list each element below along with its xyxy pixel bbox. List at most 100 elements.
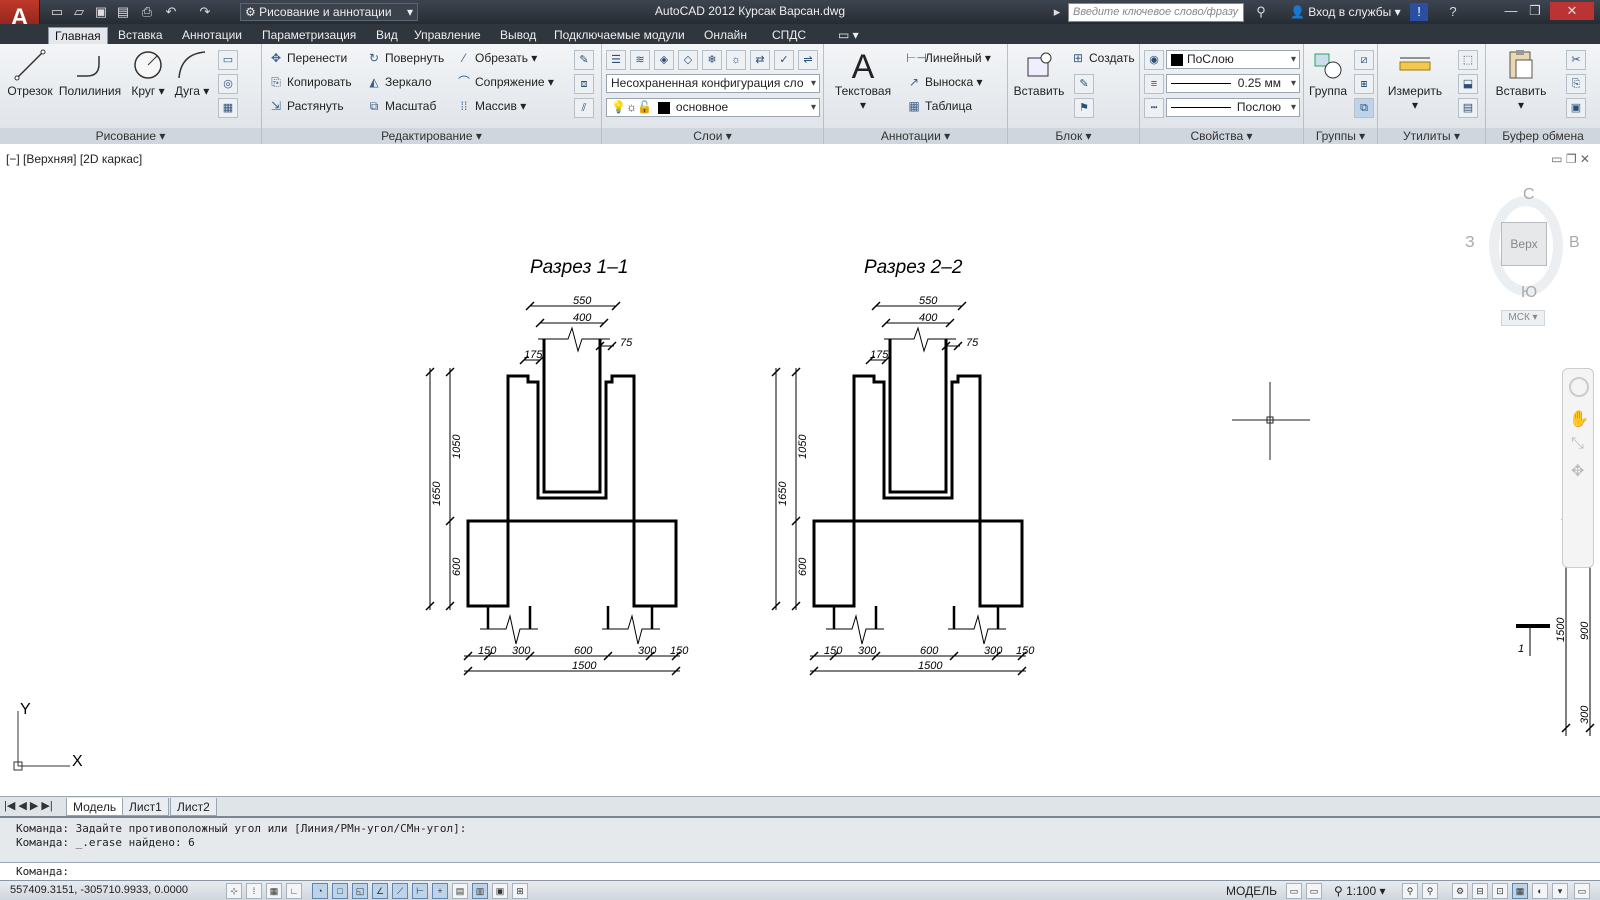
linear-dim-button[interactable]: ⊢⊣Линейный ▾ [906, 48, 991, 68]
layer-unisolate-icon[interactable]: ◇ [678, 50, 698, 70]
workspace-dropdown[interactable]: ⚙ Рисование и аннотации ▾ [240, 3, 418, 21]
quick-view-drawings-icon[interactable]: ▭ [1306, 883, 1322, 899]
move-button[interactable]: ✥ Перенести [268, 48, 347, 68]
tab-online[interactable]: Онлайн [698, 27, 753, 44]
tab-view[interactable]: Вид [370, 27, 404, 44]
clean-screen-icon[interactable]: ▭ [1574, 883, 1590, 899]
create-block-button[interactable]: ⊞ Создать [1070, 48, 1135, 68]
arc-button[interactable]: Дуга ▾ [172, 48, 212, 98]
ungroup-icon[interactable]: ⧄ [1354, 50, 1374, 70]
cut-icon[interactable]: ✂ [1566, 50, 1586, 70]
viewcube-south[interactable]: Ю [1521, 284, 1537, 302]
ucs-menu[interactable]: МСК ▾ [1501, 310, 1545, 326]
layers-panel-title[interactable]: Слои ▾ [602, 128, 823, 144]
new-icon[interactable]: ▭ [48, 3, 66, 21]
dynamic-ucs-icon[interactable]: ⟋ [392, 883, 408, 899]
lineweight-icon[interactable]: ≡ [1144, 74, 1164, 94]
copy-button[interactable]: ⎘ Копировать [268, 72, 351, 92]
help-icon[interactable]: ? [1444, 3, 1462, 21]
layer-current-icon[interactable]: ✓ [774, 50, 794, 70]
offset-icon[interactable]: ⫽ [574, 98, 594, 118]
quick-view-layouts-icon[interactable]: ▭ [1286, 883, 1302, 899]
tab-parametric[interactable]: Параметризация [256, 27, 362, 44]
color-dropdown[interactable]: ПоСлою [1166, 50, 1300, 69]
rotate-button[interactable]: ↻ Повернуть [366, 48, 444, 68]
line-button[interactable]: Отрезок [6, 48, 54, 98]
minimize-button[interactable]: — [1500, 2, 1522, 20]
paste-special-icon[interactable]: ▣ [1566, 98, 1586, 118]
binoculars-icon[interactable]: ⚲ [1252, 3, 1270, 21]
tab-insert[interactable]: Вставка [112, 27, 169, 44]
exchange-icon[interactable]: ! [1410, 3, 1428, 21]
layout-tab-model[interactable]: Модель [66, 798, 124, 816]
viewcube-north[interactable]: С [1523, 186, 1535, 204]
edit-block-icon[interactable]: ✎ [1074, 74, 1094, 94]
viewcube-east[interactable]: В [1569, 234, 1580, 252]
viewcube-west[interactable]: З [1465, 234, 1475, 252]
layout-nav-icon[interactable]: |◀ ◀ ▶ ▶| [4, 799, 53, 812]
viewcube[interactable]: С Ю З В Верх МСК ▾ [1465, 186, 1580, 346]
edit-attributes-icon[interactable]: ⚑ [1074, 98, 1094, 118]
lineweight-toggle-icon[interactable]: + [432, 883, 448, 899]
infer-constraints-icon[interactable]: ⊹ [226, 883, 242, 899]
annotation-monitor-icon[interactable]: ⊞ [512, 883, 528, 899]
close-button[interactable]: ✕ [1550, 2, 1594, 20]
select-similar-icon[interactable]: ⬓ [1458, 74, 1478, 94]
3d-osnap-icon[interactable]: ◱ [352, 883, 368, 899]
object-snap-icon[interactable]: □ [332, 883, 348, 899]
layer-walk-icon[interactable]: ⇌ [798, 50, 818, 70]
layer-match-icon[interactable]: ⇄ [750, 50, 770, 70]
utilities-panel-title[interactable]: Утилиты ▾ [1378, 128, 1485, 144]
zoom-icon[interactable]: ⤡ [1571, 435, 1584, 453]
object-snap-tracking-icon[interactable]: ∠ [372, 883, 388, 899]
annotation-visibility-icon[interactable]: ⚲ [1402, 883, 1418, 899]
rectangle-icon[interactable]: ▭ [218, 50, 238, 70]
auto-scale-icon[interactable]: ⚲ [1422, 883, 1438, 899]
expand-search-icon[interactable]: ▸ [1048, 3, 1066, 21]
stretch-button[interactable]: ⇲ Растянуть [268, 96, 344, 116]
modify-panel-title[interactable]: Редактирование ▾ [262, 128, 601, 144]
status-menu-icon[interactable]: ▾ [1552, 883, 1568, 899]
match-properties-icon[interactable]: ◉ [1144, 50, 1164, 70]
properties-panel-title[interactable]: Свойства ▾ [1140, 128, 1303, 144]
lineweight-dropdown[interactable]: 0.25 мм [1166, 74, 1300, 93]
grid-display-icon[interactable]: ▦ [266, 883, 282, 899]
layer-state-dropdown[interactable]: Несохраненная конфигурация сло [606, 74, 820, 93]
ellipse-icon[interactable]: ◎ [218, 74, 238, 94]
layer-isolate-icon[interactable]: ◈ [654, 50, 674, 70]
snap-mode-icon[interactable]: ⁞ [246, 883, 262, 899]
save-as-icon[interactable]: ▤ [114, 3, 132, 21]
search-input[interactable]: Введите ключевое слово/фразу [1068, 3, 1244, 22]
group-selection-icon[interactable]: ⧉ [1354, 98, 1374, 118]
drawing-viewport[interactable]: [−] [Верхняя] [2D каркас] ▭ ❐ ✕ Разрез 1… [0, 146, 1600, 796]
erase-icon[interactable]: ✎ [574, 50, 594, 70]
explode-icon[interactable]: ⧈ [574, 74, 594, 94]
orbit-icon[interactable]: ✥ [1571, 461, 1584, 481]
save-icon[interactable]: ▣ [92, 3, 110, 21]
tab-plugins[interactable]: Подключаемые модули [548, 27, 691, 44]
ribbon-minimize-icon[interactable]: ▭ ▾ [832, 27, 865, 44]
scale-button[interactable]: ⧉ Масштаб [366, 96, 437, 116]
circle-button[interactable]: Круг ▾ [126, 48, 170, 98]
quick-select-icon[interactable]: ⬚ [1458, 50, 1478, 70]
tab-output[interactable]: Вывод [494, 27, 542, 44]
polar-tracking-icon[interactable]: ◔ [312, 883, 328, 899]
annotation-panel-title[interactable]: Аннотации ▾ [824, 128, 1007, 144]
dynamic-input-icon[interactable]: ⊢ [412, 883, 428, 899]
tab-spds[interactable]: СПДС [766, 27, 812, 44]
clipboard-panel-title[interactable]: Буфер обмена [1486, 128, 1600, 144]
trim-button[interactable]: ⁄ Обрезать ▾ [456, 48, 537, 68]
restore-button[interactable]: ❐ [1524, 2, 1546, 20]
linetype-dropdown[interactable]: Послою [1166, 98, 1300, 117]
measure-button[interactable]: Измерить ▾ [1382, 48, 1448, 112]
group-button[interactable]: Группа [1306, 48, 1350, 98]
selection-cycling-icon[interactable]: ▣ [492, 883, 508, 899]
lock-ui-icon[interactable]: ⊟ [1472, 883, 1488, 899]
layout-tab-sheet1[interactable]: Лист1 [122, 798, 169, 816]
groups-panel-title[interactable]: Группы ▾ [1304, 128, 1377, 144]
layer-properties-icon[interactable]: ☰ [606, 50, 626, 70]
open-icon[interactable]: ▱ [70, 3, 88, 21]
pan-icon[interactable]: ✋ [1569, 409, 1589, 429]
isolate-objects-icon[interactable]: ⊡ [1492, 883, 1508, 899]
clean-screen-bulb-icon[interactable]: ◐ [1532, 883, 1548, 899]
